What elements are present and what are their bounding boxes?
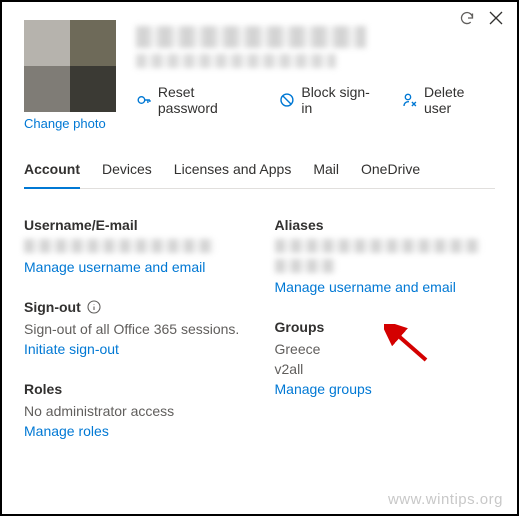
alias-value xyxy=(275,239,480,253)
tab-onedrive[interactable]: OneDrive xyxy=(361,161,420,188)
action-label: Block sign-in xyxy=(301,84,380,116)
manage-groups-link[interactable]: Manage groups xyxy=(275,381,496,397)
roles-description: No administrator access xyxy=(24,403,245,419)
tab-licenses[interactable]: Licenses and Apps xyxy=(174,161,292,188)
refresh-icon[interactable] xyxy=(459,10,475,26)
close-icon[interactable] xyxy=(489,11,503,25)
signout-description: Sign-out of all Office 365 sessions. xyxy=(24,321,245,337)
groups-heading: Groups xyxy=(275,319,496,335)
aliases-heading: Aliases xyxy=(275,217,496,233)
delete-user-button[interactable]: Delete user xyxy=(402,84,495,116)
change-photo-link[interactable]: Change photo xyxy=(24,116,116,131)
action-label: Reset password xyxy=(158,84,258,116)
manage-username-link[interactable]: Manage username and email xyxy=(24,259,245,275)
alias-value xyxy=(275,259,335,273)
signout-heading: Sign-out xyxy=(24,299,245,315)
reset-password-button[interactable]: Reset password xyxy=(136,84,257,116)
profile-photo xyxy=(24,20,116,112)
group-item: Greece xyxy=(275,341,496,357)
tab-bar: Account Devices Licenses and Apps Mail O… xyxy=(24,161,495,189)
username-value xyxy=(24,239,214,253)
username-heading: Username/E-mail xyxy=(24,217,245,233)
roles-heading: Roles xyxy=(24,381,245,397)
info-icon[interactable] xyxy=(87,300,101,314)
tab-devices[interactable]: Devices xyxy=(102,161,152,188)
initiate-signout-link[interactable]: Initiate sign-out xyxy=(24,341,245,357)
action-label: Delete user xyxy=(424,84,495,116)
manage-roles-link[interactable]: Manage roles xyxy=(24,423,245,439)
tab-account[interactable]: Account xyxy=(24,161,80,189)
watermark: www.wintips.org xyxy=(388,491,503,508)
manage-aliases-link[interactable]: Manage username and email xyxy=(275,279,496,295)
user-subtitle xyxy=(136,54,336,68)
user-display-name xyxy=(136,26,366,48)
group-item: v2all xyxy=(275,361,496,377)
block-signin-button[interactable]: Block sign-in xyxy=(279,84,380,116)
tab-mail[interactable]: Mail xyxy=(313,161,339,188)
